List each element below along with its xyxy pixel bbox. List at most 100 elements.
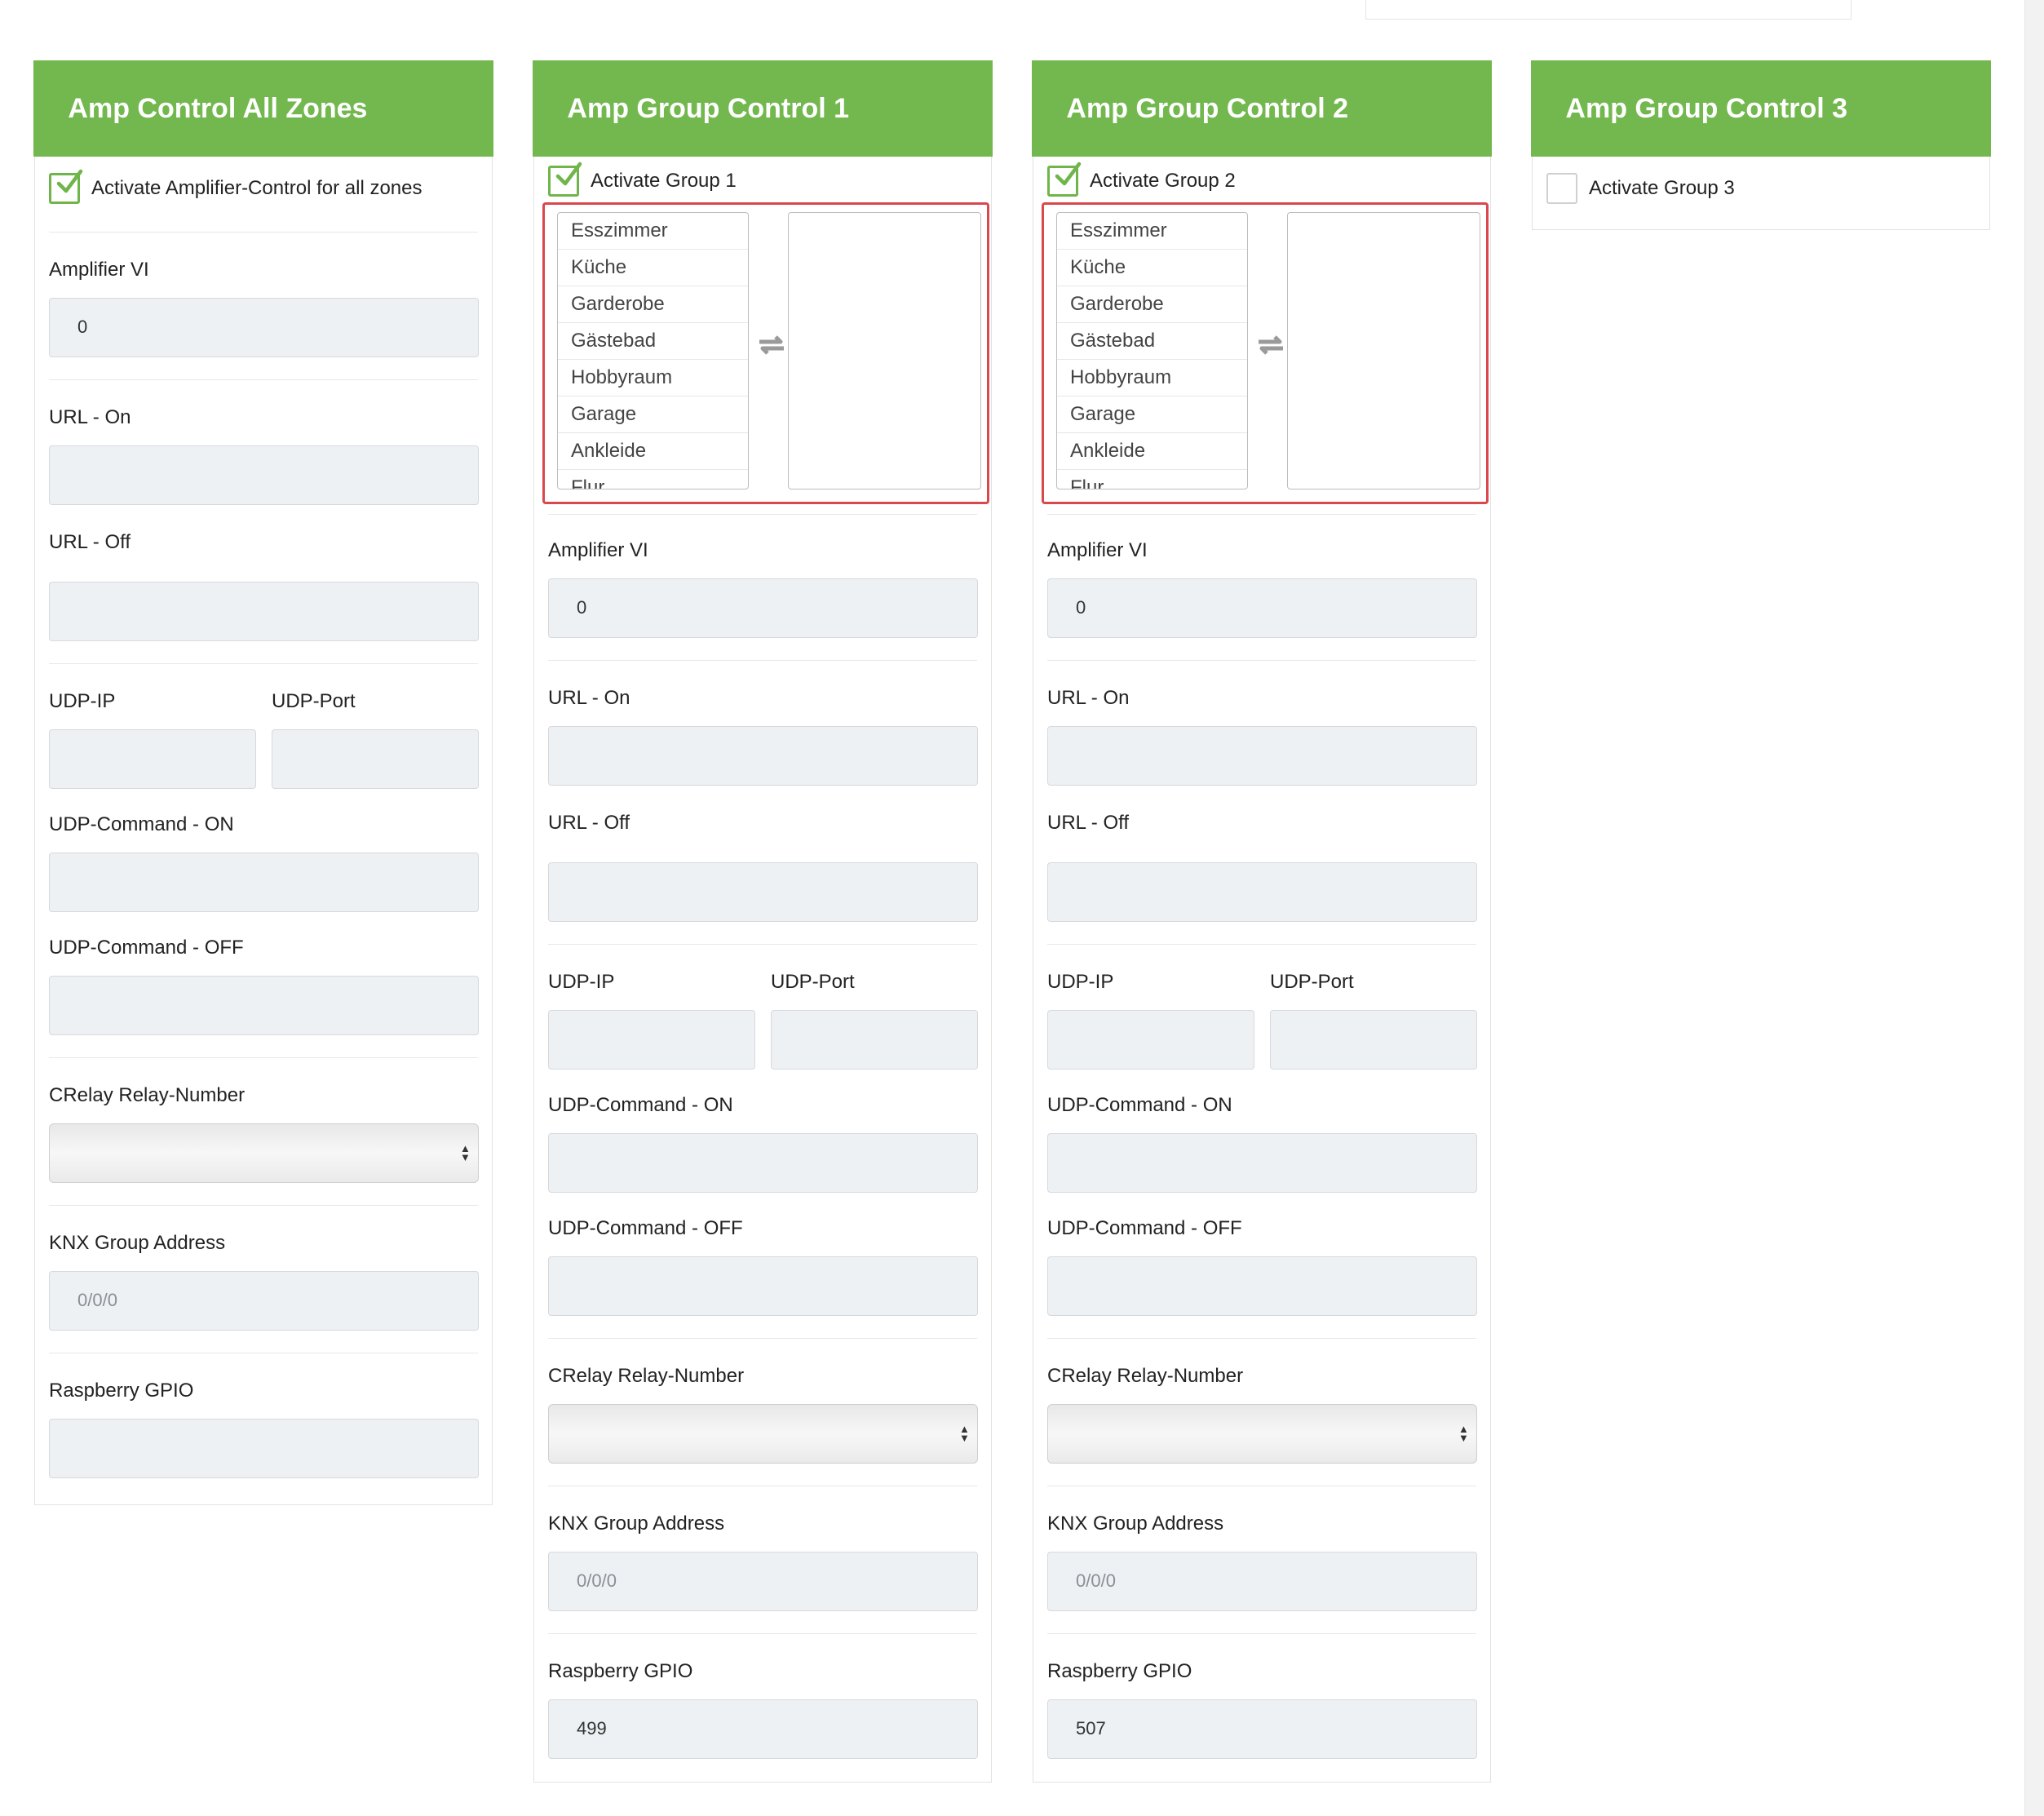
url-on-label: URL - On bbox=[1047, 687, 1130, 710]
udp-command-on-input[interactable] bbox=[49, 853, 479, 913]
amplifier-vi-input[interactable]: 0 bbox=[49, 298, 479, 358]
amplifier-vi-label: Amplifier VI bbox=[49, 259, 149, 281]
udp-command-on-label: UDP-Command - ON bbox=[49, 813, 234, 836]
udp-command-off-input[interactable] bbox=[49, 976, 479, 1036]
raspberry-gpio-input[interactable]: 507 bbox=[1047, 1699, 1477, 1760]
select-updown-icon: ▲ ▼ bbox=[1458, 1423, 1469, 1445]
url-off-label: URL - Off bbox=[49, 531, 131, 554]
list-item[interactable]: Gästebad bbox=[1057, 323, 1247, 361]
udp-port-input[interactable] bbox=[771, 1010, 978, 1070]
crelay-select[interactable]: ▲ ▼ bbox=[49, 1123, 479, 1184]
checkmark-icon bbox=[555, 162, 582, 186]
list-item[interactable]: Flur bbox=[1057, 470, 1247, 489]
udp-ip-label: UDP-IP bbox=[49, 690, 116, 713]
udp-port-input[interactable] bbox=[272, 729, 479, 790]
knx-group-address-label: KNX Group Address bbox=[49, 1232, 226, 1255]
scrollbar-track[interactable] bbox=[2024, 0, 2044, 1816]
panel-amp-group-control-3: Amp Group Control 3 Activate Group 3 bbox=[1531, 60, 1991, 230]
udp-ip-input[interactable] bbox=[49, 729, 256, 790]
activate-group-1-label: Activate Group 1 bbox=[591, 170, 737, 193]
crelay-label: CRelay Relay-Number bbox=[548, 1365, 745, 1388]
udp-ip-input[interactable] bbox=[1047, 1010, 1254, 1070]
swap-arrows-icon[interactable] bbox=[1255, 333, 1286, 361]
udp-command-on-label: UDP-Command - ON bbox=[548, 1094, 733, 1117]
amplifier-vi-input[interactable]: 0 bbox=[1047, 578, 1477, 639]
top-input-box bbox=[1365, 0, 1852, 20]
udp-command-off-label: UDP-Command - OFF bbox=[548, 1217, 743, 1240]
list-item[interactable]: Küche bbox=[1057, 250, 1247, 287]
url-off-input[interactable] bbox=[548, 862, 978, 923]
activate-group-2-checkbox[interactable] bbox=[1047, 162, 1082, 197]
room-dual-listbox: Esszimmer Küche Garderobe Gästebad Hobby… bbox=[1042, 202, 1489, 505]
udp-port-label: UDP-Port bbox=[1270, 971, 1354, 994]
url-off-input[interactable] bbox=[49, 582, 479, 642]
udp-ip-label: UDP-IP bbox=[1047, 971, 1114, 994]
crelay-select[interactable]: ▲ ▼ bbox=[548, 1404, 978, 1464]
list-item[interactable]: Hobbyraum bbox=[558, 360, 748, 397]
list-item[interactable]: Garderobe bbox=[558, 286, 748, 324]
list-item[interactable]: Küche bbox=[558, 250, 748, 287]
udp-command-off-input[interactable] bbox=[1047, 1256, 1477, 1317]
list-item[interactable]: Hobbyraum bbox=[1057, 360, 1247, 397]
crelay-select[interactable]: ▲ ▼ bbox=[1047, 1404, 1477, 1464]
url-off-label: URL - Off bbox=[548, 812, 630, 835]
panel-title: Amp Group Control 2 bbox=[1032, 60, 1492, 157]
amplifier-vi-label: Amplifier VI bbox=[1047, 539, 1148, 562]
available-rooms-list[interactable]: Esszimmer Küche Garderobe Gästebad Hobby… bbox=[557, 212, 749, 490]
crelay-label: CRelay Relay-Number bbox=[49, 1084, 246, 1107]
panel-amp-group-control-2: Amp Group Control 2 Activate Group 2 Ess… bbox=[1032, 60, 1492, 1783]
activate-group-3-label: Activate Group 3 bbox=[1589, 177, 1735, 200]
raspberry-gpio-input[interactable] bbox=[49, 1419, 479, 1479]
list-item[interactable]: Esszimmer bbox=[558, 213, 748, 250]
udp-ip-input[interactable] bbox=[548, 1010, 755, 1070]
udp-port-input[interactable] bbox=[1270, 1010, 1477, 1070]
url-on-label: URL - On bbox=[49, 406, 131, 429]
list-item[interactable]: Garderobe bbox=[1057, 286, 1247, 324]
activate-group-2-label: Activate Group 2 bbox=[1090, 170, 1236, 193]
select-updown-icon: ▲ ▼ bbox=[460, 1142, 471, 1164]
url-off-input[interactable] bbox=[1047, 862, 1477, 923]
available-rooms-list[interactable]: Esszimmer Küche Garderobe Gästebad Hobby… bbox=[1056, 212, 1248, 490]
list-item[interactable]: Garage bbox=[558, 396, 748, 434]
amplifier-vi-label: Amplifier VI bbox=[548, 539, 648, 562]
selected-rooms-list[interactable] bbox=[788, 212, 981, 490]
select-updown-icon: ▲ ▼ bbox=[959, 1423, 970, 1445]
list-item[interactable]: Gästebad bbox=[558, 323, 748, 361]
checkmark-icon bbox=[1055, 162, 1082, 186]
list-item[interactable]: Garage bbox=[1057, 396, 1247, 434]
raspberry-gpio-input[interactable]: 499 bbox=[548, 1699, 978, 1760]
list-item[interactable]: Ankleide bbox=[558, 433, 748, 471]
url-on-input[interactable] bbox=[49, 445, 479, 506]
list-item[interactable]: Flur bbox=[558, 470, 748, 489]
url-on-label: URL - On bbox=[548, 687, 630, 710]
list-item[interactable]: Esszimmer bbox=[1057, 213, 1247, 250]
panel-title: Amp Group Control 3 bbox=[1531, 60, 1991, 157]
panel-amp-control-all-zones: Amp Control All Zones Activate Amplifier… bbox=[33, 60, 493, 1505]
amplifier-vi-input[interactable]: 0 bbox=[548, 578, 978, 639]
udp-ip-label: UDP-IP bbox=[548, 971, 615, 994]
selected-rooms-list[interactable] bbox=[1287, 212, 1480, 490]
url-on-input[interactable] bbox=[1047, 726, 1477, 786]
udp-command-off-input[interactable] bbox=[548, 1256, 978, 1317]
activate-all-zones-checkbox[interactable] bbox=[49, 170, 83, 205]
swap-arrows-icon[interactable] bbox=[756, 333, 787, 361]
knx-group-address-label: KNX Group Address bbox=[548, 1513, 725, 1535]
url-on-input[interactable] bbox=[548, 726, 978, 786]
raspberry-gpio-label: Raspberry GPIO bbox=[548, 1660, 693, 1683]
udp-command-on-label: UDP-Command - ON bbox=[1047, 1094, 1232, 1117]
activate-all-zones-label: Activate Amplifier-Control for all zones bbox=[91, 177, 423, 200]
udp-command-on-input[interactable] bbox=[1047, 1133, 1477, 1194]
checkmark-icon bbox=[56, 170, 83, 193]
udp-command-off-label: UDP-Command - OFF bbox=[1047, 1217, 1242, 1240]
room-dual-listbox: Esszimmer Küche Garderobe Gästebad Hobby… bbox=[542, 202, 989, 505]
knx-group-address-input[interactable]: 0/0/0 bbox=[49, 1271, 479, 1331]
knx-group-address-input[interactable]: 0/0/0 bbox=[548, 1552, 978, 1612]
list-item[interactable]: Ankleide bbox=[1057, 433, 1247, 471]
raspberry-gpio-label: Raspberry GPIO bbox=[49, 1380, 194, 1402]
knx-group-address-label: KNX Group Address bbox=[1047, 1513, 1224, 1535]
activate-group-1-checkbox[interactable] bbox=[548, 162, 582, 197]
udp-command-on-input[interactable] bbox=[548, 1133, 978, 1194]
activate-group-3-checkbox[interactable] bbox=[1546, 173, 1577, 205]
panel-title: Amp Control All Zones bbox=[33, 60, 493, 157]
knx-group-address-input[interactable]: 0/0/0 bbox=[1047, 1552, 1477, 1612]
